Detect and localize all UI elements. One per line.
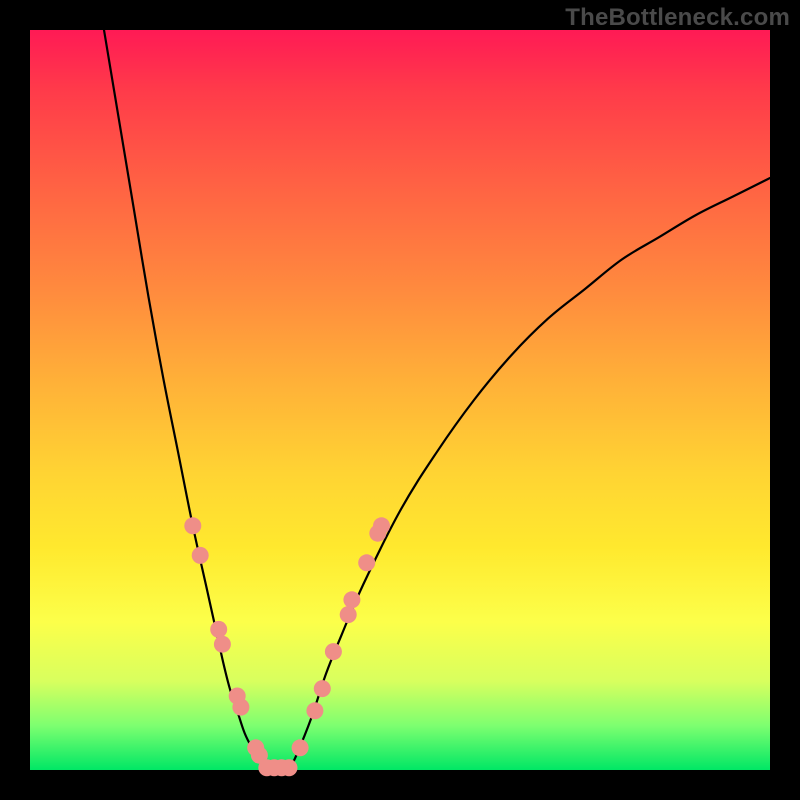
marker-point xyxy=(192,547,209,564)
marker-point xyxy=(232,699,249,716)
marker-point xyxy=(373,517,390,534)
watermark-text: TheBottleneck.com xyxy=(565,4,790,32)
chart-markers xyxy=(184,517,390,776)
marker-point xyxy=(184,517,201,534)
chart-overlay-svg xyxy=(30,30,770,770)
chart-frame: TheBottleneck.com xyxy=(0,0,800,800)
marker-point xyxy=(343,591,360,608)
curve-left-curve xyxy=(104,30,267,770)
chart-curves xyxy=(104,30,770,770)
marker-point xyxy=(340,606,357,623)
marker-point xyxy=(281,759,298,776)
chart-plot-area xyxy=(30,30,770,770)
marker-point xyxy=(358,554,375,571)
marker-point xyxy=(306,702,323,719)
curve-right-curve xyxy=(289,178,770,770)
marker-point xyxy=(214,636,231,653)
marker-point xyxy=(325,643,342,660)
marker-point xyxy=(314,680,331,697)
marker-point xyxy=(210,621,227,638)
marker-point xyxy=(292,739,309,756)
